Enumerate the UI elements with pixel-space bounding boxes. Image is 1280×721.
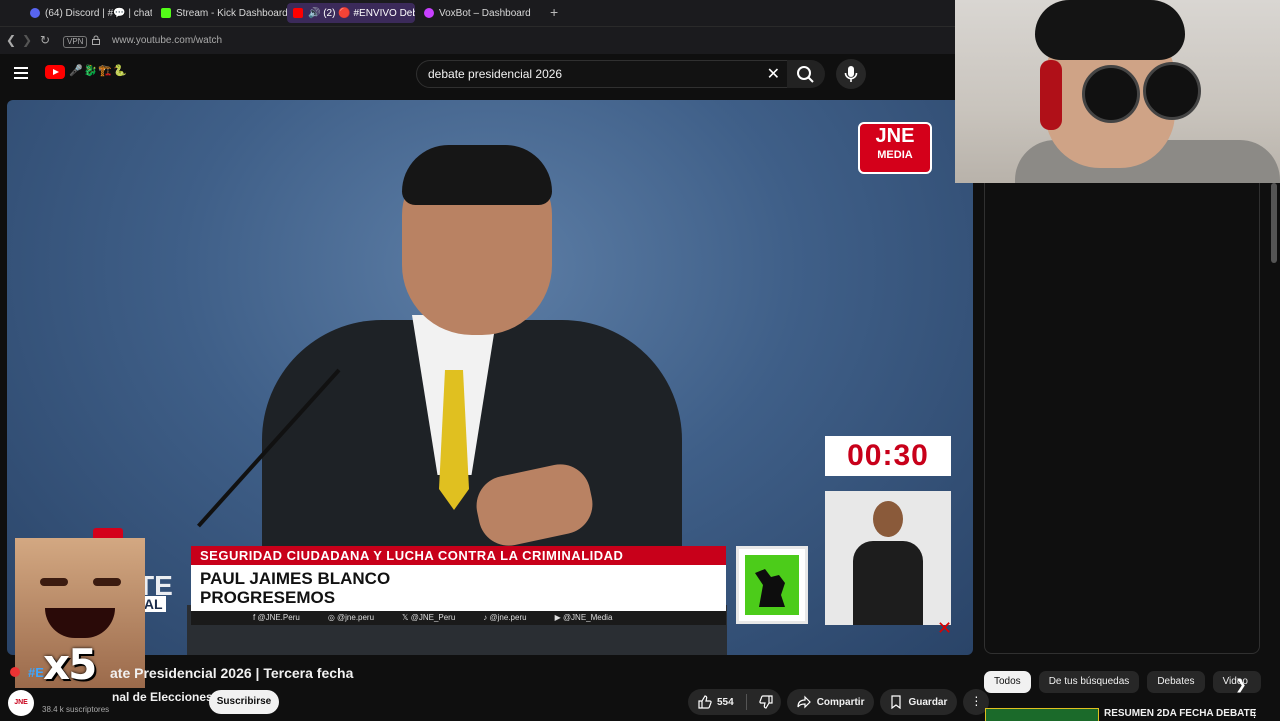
live-indicator-icon <box>10 667 20 677</box>
tab-label: 🔊 (2) 🔴 #ENVIVO Debate <box>308 7 415 19</box>
social-facebook: f @JNE.Peru <box>253 613 300 622</box>
new-tab-button[interactable]: + <box>550 4 558 20</box>
jne-logo-subtext: MEDIA <box>877 149 913 161</box>
share-icon <box>797 695 811 709</box>
address-bar: ❮ ❯ ↻ VPN www.youtube.com/watch <box>0 26 955 55</box>
voxbot-icon <box>424 8 434 18</box>
speaker-caption: PAUL JAIMES BLANCO PROGRESEMOS <box>191 565 726 611</box>
chip-all[interactable]: Todos <box>984 671 1031 693</box>
discord-icon <box>30 8 40 18</box>
video-title: ate Presidencial 2026 | Tercera fecha <box>110 665 354 681</box>
recommended-video-title[interactable]: RESUMEN 2DA FECHA DEBATE <box>1104 708 1256 719</box>
save-label: Guardar <box>908 696 948 708</box>
channel-name[interactable]: nal de Elecciones <box>112 690 213 704</box>
bookmark-icon <box>891 695 902 709</box>
tab-youtube-active[interactable]: 🔊 (2) 🔴 #ENVIVO Debate <box>287 3 415 23</box>
headset-icon <box>1040 60 1062 130</box>
tab-label: Stream - Kick Dashboard <box>176 7 288 19</box>
tab-kick[interactable]: Stream - Kick Dashboard <box>155 3 291 23</box>
subscribe-button[interactable]: Suscribirse <box>209 690 279 714</box>
channel-watermark-icon: ✕ <box>937 618 953 638</box>
social-handles: f @JNE.Peru ◎ @jne.peru 𝕏 @JNE_Peru ♪ @j… <box>191 611 726 625</box>
divider <box>745 694 747 710</box>
emote-eye-left <box>40 578 68 586</box>
hamburger-menu-icon[interactable] <box>14 67 28 79</box>
social-x: 𝕏 @JNE_Peru <box>402 613 456 622</box>
interpreter-body <box>853 541 923 625</box>
interpreter-head <box>873 501 903 537</box>
speaker-name: PAUL JAIMES BLANCO <box>200 569 391 588</box>
thumbs-up-icon <box>698 695 712 709</box>
subscriber-count: 38.4 k suscriptores <box>42 705 110 714</box>
sunglasses-right <box>1143 62 1201 120</box>
recommended-more-icon[interactable]: ⋮ <box>1249 707 1260 720</box>
sign-language-interpreter <box>825 491 951 625</box>
chevron-right-icon[interactable]: ❯ <box>1235 676 1247 693</box>
party-logo <box>736 546 808 624</box>
youtube-icon <box>293 8 303 18</box>
lower-third-graphic: SEGURIDAD CIUDADANA Y LUCHA CONTRA LA CR… <box>191 546 726 626</box>
speaker-hair <box>402 145 552 205</box>
url-field[interactable]: www.youtube.com/watch <box>112 35 222 46</box>
recommended-video-thumbnail[interactable] <box>985 708 1099 721</box>
lock-icon <box>92 35 100 45</box>
video-actions: 554 Compartir Guardar ⋮ <box>688 689 990 715</box>
recommendation-filter-chips: Todos De tus búsquedas Debates Video <box>984 671 1261 693</box>
youtube-header: 🎤🐉🏗️🐍 debate presidencial 2026 ✕ <box>0 54 955 98</box>
video-title-hashtag[interactable]: #E <box>28 665 44 680</box>
jne-media-logo: JNE MEDIA <box>858 122 932 174</box>
youtube-logo-icon[interactable] <box>45 65 65 79</box>
share-label: Compartir <box>816 696 865 708</box>
tab-discord[interactable]: (64) Discord | #💬 | chat <box>24 3 152 23</box>
voice-search-button[interactable] <box>836 59 866 89</box>
search-input[interactable]: debate presidencial 2026 <box>428 67 562 81</box>
social-youtube: ▶ @JNE_Media <box>554 613 613 622</box>
vpn-badge[interactable]: VPN <box>63 36 88 48</box>
speaker-party: PROGRESEMOS <box>200 588 336 607</box>
tab-voxbot[interactable]: VoxBot – Dashboard <box>418 3 554 23</box>
browser-tab-bar: (64) Discord | #💬 | chat Stream - Kick D… <box>0 0 955 26</box>
search-button[interactable] <box>787 60 825 88</box>
save-button[interactable]: Guardar <box>880 689 958 715</box>
tab-label: (64) Discord | #💬 | chat <box>45 7 152 19</box>
webcam-hair <box>1035 0 1185 60</box>
jne-logo-text: JNE <box>875 125 915 147</box>
video-player[interactable]: JNE MEDIA 00:30 TE IAL SEGURIDAD CIUDADA… <box>7 100 973 655</box>
emote-mouth <box>45 608 115 638</box>
search-icon <box>797 66 814 83</box>
dog-icon <box>755 569 785 607</box>
chip-debates[interactable]: Debates <box>1147 671 1205 693</box>
like-dislike-group: 554 <box>688 689 781 715</box>
debate-timer: 00:30 <box>825 436 951 476</box>
kick-icon <box>161 8 171 18</box>
chat-side-panel <box>984 183 1260 654</box>
like-button[interactable]: 554 <box>698 695 734 709</box>
page-scrollbar[interactable] <box>1271 183 1277 263</box>
thumbs-down-icon[interactable] <box>759 695 773 709</box>
social-tiktok: ♪ @jne.peru <box>483 613 527 622</box>
emote-eye-right <box>93 578 121 586</box>
forward-icon[interactable]: ❯ <box>22 33 32 47</box>
microphone-icon <box>844 66 858 82</box>
streamer-webcam <box>955 0 1280 183</box>
social-instagram: ◎ @jne.peru <box>327 613 375 622</box>
chip-from-searches[interactable]: De tus búsquedas <box>1038 671 1140 693</box>
logo-doodle: 🎤🐉🏗️🐍 <box>69 65 128 77</box>
channel-avatar[interactable]: JNE <box>8 690 34 716</box>
party-logo-fill <box>745 555 799 615</box>
like-count: 554 <box>717 696 734 708</box>
reload-icon[interactable]: ↻ <box>40 33 50 47</box>
emote-counter: x5 <box>43 640 97 689</box>
back-icon[interactable]: ❮ <box>6 33 16 47</box>
search-box[interactable]: debate presidencial 2026 ✕ <box>416 60 789 88</box>
debate-topic: SEGURIDAD CIUDADANA Y LUCHA CONTRA LA CR… <box>191 546 726 565</box>
tab-label: VoxBot – Dashboard <box>439 7 531 19</box>
sunglasses-left <box>1082 65 1140 123</box>
clear-search-icon[interactable]: ✕ <box>767 64 780 84</box>
share-button[interactable]: Compartir <box>786 689 875 715</box>
